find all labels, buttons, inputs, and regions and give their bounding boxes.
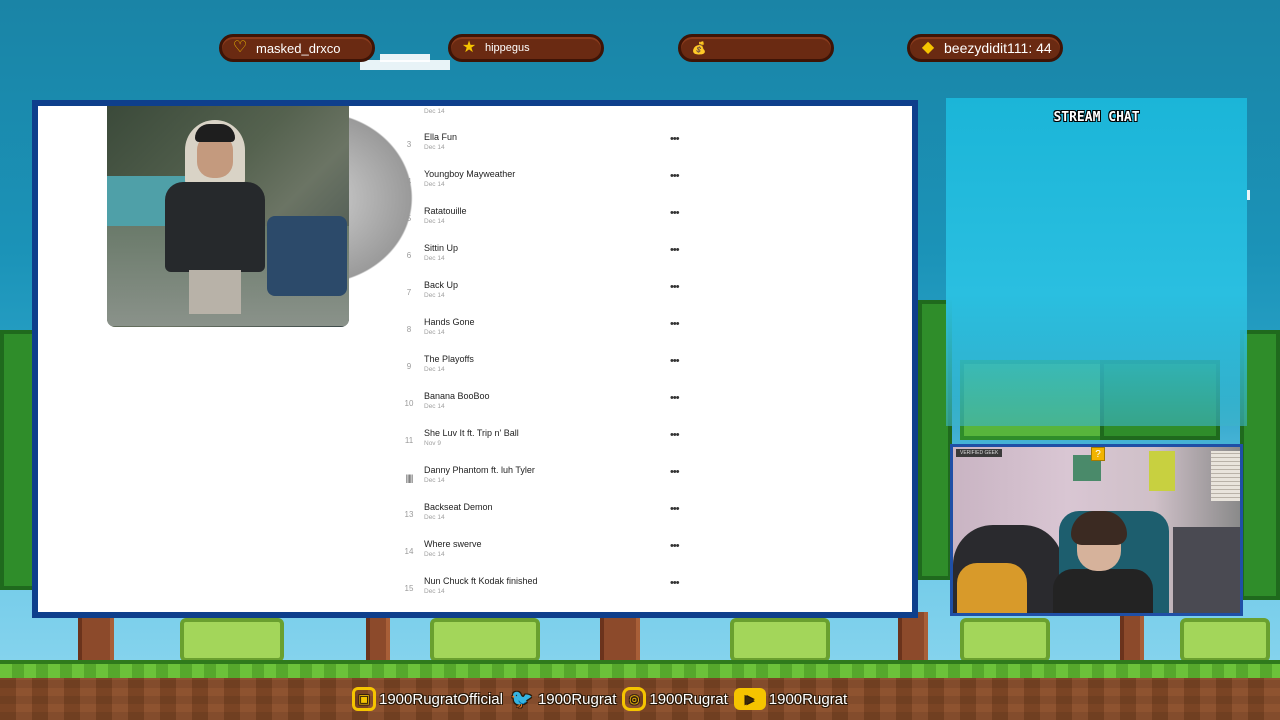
- track-title: Hands Gone: [424, 317, 475, 327]
- track-row[interactable]: 3 Ella Fun Dec 14 •••: [400, 131, 710, 168]
- track-number: 15: [404, 584, 414, 593]
- stream-chat-title: STREAM CHAT: [1053, 110, 1140, 125]
- track-number: 5: [406, 214, 412, 223]
- social-handle: 1900RugratOfficial: [379, 690, 503, 708]
- star-icon: ★: [461, 39, 477, 56]
- webcam-badge: VERIFIED GEEK: [956, 449, 1003, 457]
- track-title: Sittin Up: [424, 243, 459, 253]
- track-row[interactable]: 13 Backseat Demon Dec 14 •••: [400, 501, 710, 538]
- track-title: She Luv It ft. Trip n' Ball: [424, 428, 519, 438]
- track-row[interactable]: 10 Banana BooBoo Dec 14 •••: [400, 390, 710, 427]
- more-options-icon[interactable]: •••: [670, 281, 680, 293]
- alert-donation: 💰: [678, 34, 834, 62]
- track-number: 3: [406, 140, 412, 149]
- track-row[interactable]: 6 Sittin Up Dec 14 •••: [400, 242, 710, 279]
- track-number: 7: [406, 288, 412, 297]
- webcam-feed: VERIFIED GEEK ?: [953, 447, 1240, 613]
- social-twitch: ▣ 1900RugratOfficial: [352, 687, 503, 711]
- track-number: 11: [404, 436, 414, 445]
- now-playing-icon: |||||: [405, 473, 414, 483]
- track-number: 10: [404, 399, 414, 408]
- track-number: 9: [406, 362, 412, 371]
- alert-follower: ♡ masked_drxco: [219, 34, 375, 62]
- track-row[interactable]: 8 Hands Gone Dec 14 •••: [400, 316, 710, 353]
- question-block-icon: ?: [1091, 447, 1105, 461]
- track-title: Youngboy Mayweather: [424, 169, 516, 179]
- track-number: 6: [406, 251, 412, 260]
- album-cover-image: [107, 106, 349, 327]
- social-instagram: ◎ 1900Rugrat: [622, 687, 728, 711]
- track-date: Dec 14: [424, 588, 445, 595]
- alert-bits-label: beezydidit111: 44: [944, 40, 1052, 56]
- more-options-icon[interactable]: •••: [670, 318, 680, 330]
- diamond-icon: ◆: [921, 39, 935, 56]
- more-options-icon[interactable]: •••: [670, 170, 680, 182]
- track-date: Dec 14: [424, 108, 445, 115]
- track-date: Dec 14: [424, 477, 445, 484]
- track-title: The Playoffs: [424, 354, 474, 364]
- more-options-icon[interactable]: •••: [670, 503, 680, 515]
- track-title: Nun Chuck ft Kodak finished: [424, 576, 538, 586]
- social-youtube: ▶ 1900Rugrat: [733, 688, 848, 710]
- alert-bits: ◆ beezydidit111: 44: [907, 34, 1063, 62]
- youtube-icon: ▶: [733, 688, 766, 710]
- track-row[interactable]: 14 Where swerve Dec 14 •••: [400, 538, 710, 575]
- track-row[interactable]: 9 The Playoffs Dec 14 •••: [400, 353, 710, 390]
- social-handle: 1900Rugrat: [649, 690, 728, 708]
- track-title: Backseat Demon: [424, 502, 493, 512]
- track-number: 14: [404, 547, 414, 556]
- browser-capture-frame: Dec 14 3 Ella Fun Dec 14 ••• 4 Youngboy …: [32, 100, 918, 618]
- track-title: Banana BooBoo: [424, 391, 490, 401]
- track-date: Dec 14: [424, 366, 445, 373]
- track-row[interactable]: 7 Back Up Dec 14 •••: [400, 279, 710, 316]
- instagram-icon: ◎: [622, 687, 647, 711]
- track-title: Danny Phantom ft. luh Tyler: [424, 465, 535, 475]
- track-date: Dec 14: [424, 403, 445, 410]
- track-row[interactable]: 5 Ratatouille Dec 14 •••: [400, 205, 710, 242]
- track-number: 13: [404, 510, 414, 519]
- money-bag-icon: 💰: [691, 41, 707, 55]
- track-title: Ella Fun: [424, 132, 458, 142]
- twitch-icon: ▣: [352, 687, 376, 711]
- social-handle: 1900Rugrat: [768, 690, 848, 708]
- alert-follower-label: masked_drxco: [256, 40, 341, 56]
- social-twitter: 🐦 1900Rugrat: [509, 686, 617, 712]
- track-date: Dec 14: [424, 551, 445, 558]
- track-row[interactable]: 4 Youngboy Mayweather Dec 14 •••: [400, 168, 710, 205]
- more-options-icon[interactable]: •••: [670, 540, 680, 552]
- alert-subscriber: ★ hippegus: [448, 34, 604, 62]
- track-number: 4: [406, 177, 412, 186]
- track-date: Nov 9: [424, 440, 441, 447]
- more-options-icon[interactable]: •••: [670, 133, 680, 145]
- album-page: Dec 14 3 Ella Fun Dec 14 ••• 4 Youngboy …: [38, 106, 912, 612]
- track-date: Dec 14: [424, 255, 445, 262]
- more-options-icon[interactable]: •••: [670, 207, 680, 219]
- track-title: Where swerve: [424, 539, 482, 549]
- track-date: Dec 14: [424, 181, 445, 188]
- more-options-icon[interactable]: •••: [670, 577, 680, 589]
- more-options-icon[interactable]: •••: [670, 429, 680, 441]
- track-row[interactable]: 11 She Luv It ft. Trip n' Ball Nov 9 •••: [400, 427, 710, 464]
- alert-subscriber-label: hippegus: [485, 42, 530, 54]
- track-date: Dec 14: [424, 144, 445, 151]
- track-title: Back Up: [424, 280, 459, 290]
- webcam-frame: VERIFIED GEEK ?: [950, 444, 1243, 616]
- track-date: Dec 14: [424, 514, 445, 521]
- stream-chat-panel: STREAM CHAT: [946, 98, 1247, 426]
- track-row[interactable]: 15 Nun Chuck ft Kodak finished Dec 14 ••…: [400, 575, 710, 612]
- more-options-icon[interactable]: •••: [670, 392, 680, 404]
- track-number: 8: [406, 325, 412, 334]
- track-date: Dec 14: [424, 292, 445, 299]
- track-row-now-playing[interactable]: ||||| Danny Phantom ft. luh Tyler Dec 14…: [400, 464, 710, 501]
- social-footer: ▣ 1900RugratOfficial 🐦 1900Rugrat ◎ 1900…: [352, 684, 853, 714]
- social-handle: 1900Rugrat: [537, 690, 617, 708]
- heart-icon: ♡: [232, 39, 248, 56]
- track-date: Dec 14: [424, 218, 445, 225]
- more-options-icon[interactable]: •••: [670, 244, 680, 256]
- track-title: Ratatouille: [424, 206, 467, 216]
- more-options-icon[interactable]: •••: [670, 466, 680, 478]
- track-date: Dec 14: [424, 329, 445, 336]
- more-options-icon[interactable]: •••: [670, 355, 680, 367]
- twitter-icon: 🐦: [510, 688, 534, 709]
